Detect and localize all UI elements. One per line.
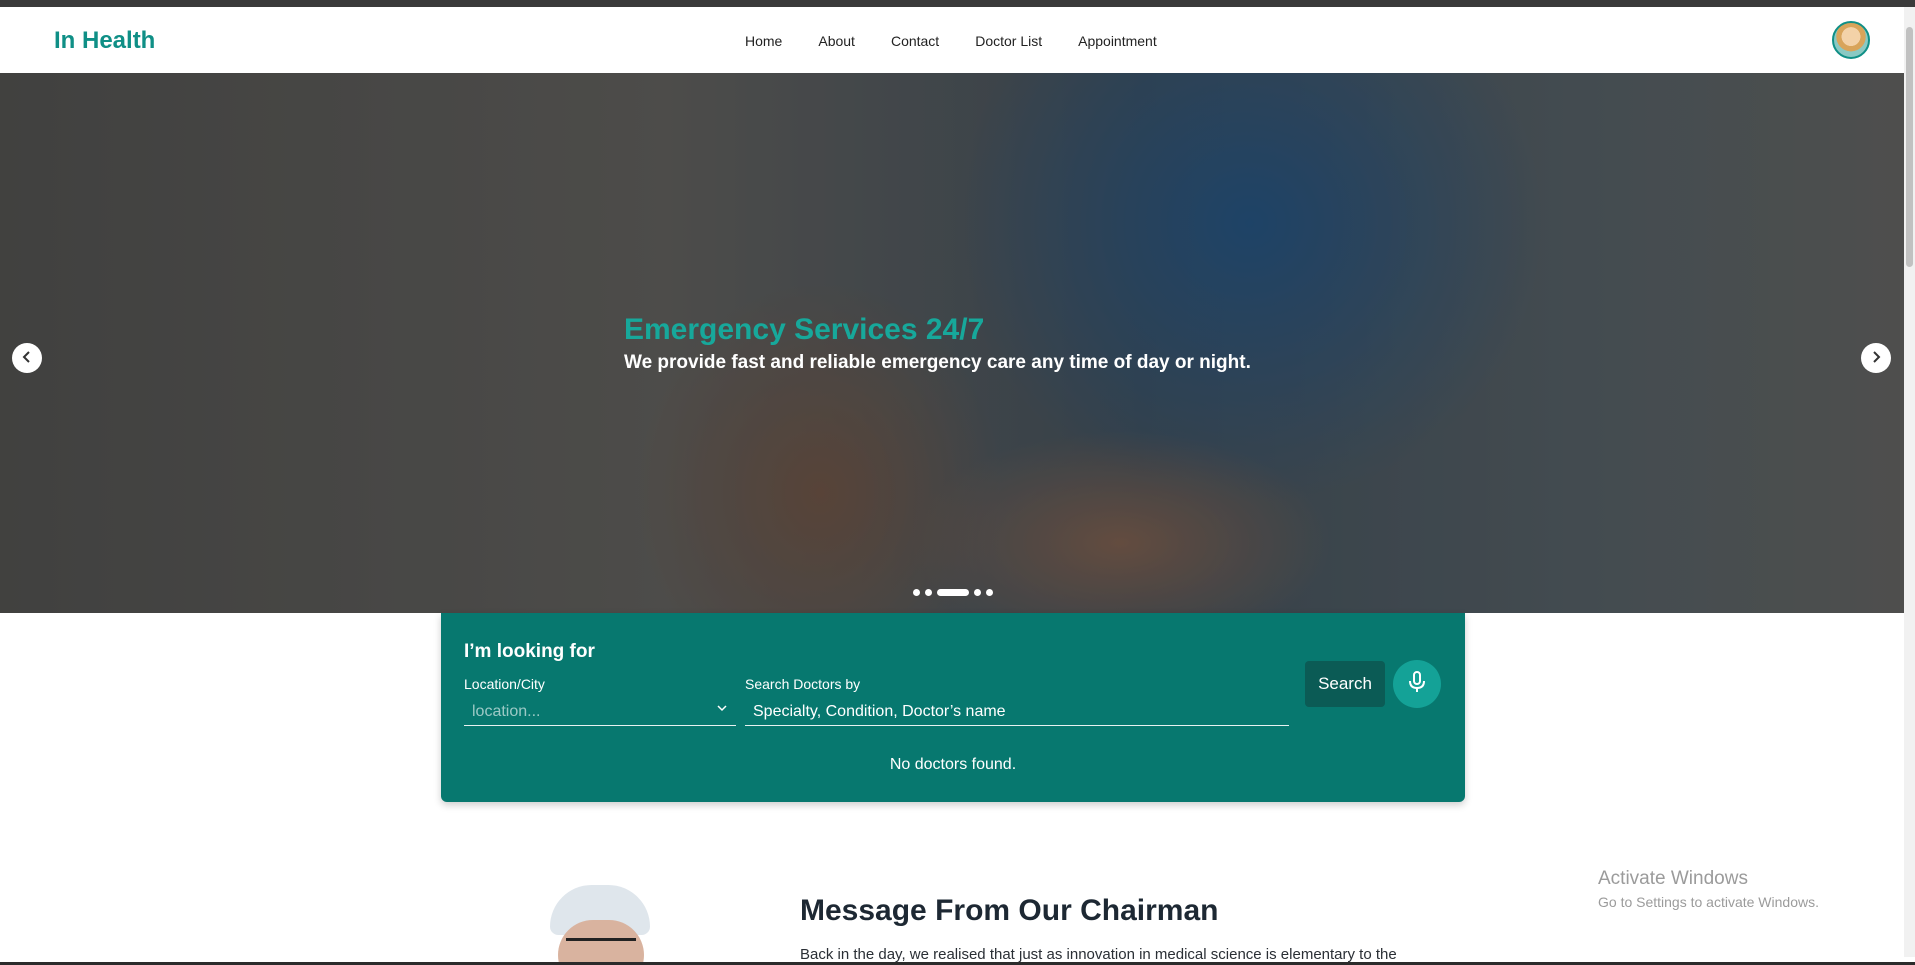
scrollbar-thumb[interactable] xyxy=(1906,27,1913,267)
location-select[interactable]: location... xyxy=(464,695,736,726)
doctor-search-label: Search Doctors by xyxy=(745,676,861,692)
watermark-line2: Go to Settings to activate Windows. xyxy=(1598,894,1819,910)
chairman-message-text: Back in the day, we realised that just a… xyxy=(800,946,1397,963)
user-avatar[interactable] xyxy=(1832,21,1870,59)
carousel-dot[interactable] xyxy=(974,589,981,596)
nav-doctor-list[interactable]: Doctor List xyxy=(975,33,1042,49)
nav-appointment[interactable]: Appointment xyxy=(1078,33,1157,49)
page-scrollbar[interactable] xyxy=(1904,7,1915,957)
nav-home[interactable]: Home xyxy=(745,33,782,49)
microphone-icon xyxy=(1408,670,1426,698)
chevron-down-icon xyxy=(716,701,728,717)
hero-carousel: Emergency Services 24/7 We provide fast … xyxy=(0,73,1904,613)
search-card-title: I’m looking for xyxy=(464,641,595,662)
carousel-dot[interactable] xyxy=(913,589,920,596)
main-nav: Home About Contact Doctor List Appointme… xyxy=(745,33,1157,49)
chevron-right-icon xyxy=(1869,348,1883,368)
brand-logo[interactable]: In Health xyxy=(54,27,155,55)
chevron-left-icon xyxy=(20,348,34,368)
doctor-search-card: I’m looking for Location/City location..… xyxy=(441,613,1465,802)
carousel-dot[interactable] xyxy=(986,589,993,596)
doctor-search-value: Specialty, Condition, Doctor’s name xyxy=(753,703,1006,720)
location-placeholder: location... xyxy=(472,703,541,720)
location-label: Location/City xyxy=(464,676,545,692)
hero-title: Emergency Services 24/7 xyxy=(624,313,985,346)
carousel-dots xyxy=(913,589,993,596)
chairman-section-title: Message From Our Chairman xyxy=(800,894,1219,927)
nav-about[interactable]: About xyxy=(818,33,855,49)
no-results-message: No doctors found. xyxy=(889,756,1017,773)
carousel-next-button[interactable] xyxy=(1861,343,1891,373)
windows-activation-watermark: Activate Windows Go to Settings to activ… xyxy=(1598,868,1819,910)
carousel-dot-active[interactable] xyxy=(937,589,969,596)
search-button[interactable]: Search xyxy=(1305,661,1385,707)
hero-subtitle: We provide fast and reliable emergency c… xyxy=(624,352,1251,373)
browser-top-strip xyxy=(0,0,1915,7)
carousel-dot[interactable] xyxy=(925,589,932,596)
doctor-search-input[interactable]: Specialty, Condition, Doctor’s name xyxy=(745,695,1289,726)
chairman-photo xyxy=(548,880,654,965)
navbar: In Health Home About Contact Doctor List… xyxy=(0,7,1904,74)
voice-search-button[interactable] xyxy=(1393,660,1441,708)
carousel-prev-button[interactable] xyxy=(12,343,42,373)
watermark-line1: Activate Windows xyxy=(1598,868,1748,889)
nav-contact[interactable]: Contact xyxy=(891,33,939,49)
